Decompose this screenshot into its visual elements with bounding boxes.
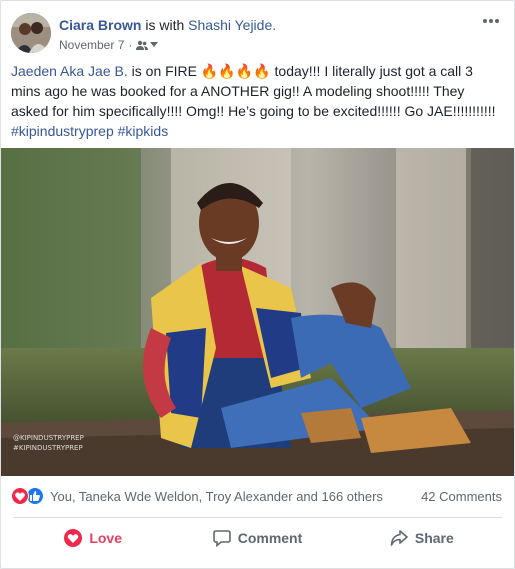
hashtag-link[interactable]: #kipindustryprep xyxy=(11,123,114,139)
author-name-link[interactable]: Ciara Brown xyxy=(59,17,141,33)
comment-label: Comment xyxy=(237,530,303,546)
reaction-icons[interactable] xyxy=(11,487,47,505)
hashtag-link[interactable]: #kipkids xyxy=(118,123,169,139)
share-icon xyxy=(390,530,408,546)
post-header: Ciara Brown is with Shashi Yejide. Novem… xyxy=(11,13,504,55)
photo-watermark-line: @KIPINDUSTRYPREP xyxy=(13,434,84,442)
photo-watermark-line: #KIPINDUSTRYPREP xyxy=(13,444,83,452)
love-label: Love xyxy=(89,530,122,546)
post-card: Ciara Brown is with Shashi Yejide. Novem… xyxy=(0,0,515,569)
post-text-part: is on FIRE xyxy=(127,63,201,79)
chevron-down-icon xyxy=(150,42,159,47)
tagged-user-link[interactable]: Shashi Yejide. xyxy=(188,17,276,33)
love-button[interactable]: Love xyxy=(11,521,175,555)
share-button[interactable]: Share xyxy=(340,521,504,555)
share-label: Share xyxy=(414,530,454,546)
comment-button[interactable]: Comment xyxy=(175,521,339,555)
love-icon xyxy=(11,487,29,505)
reactions-bar: You, Taneka Wde Weldon, Troy Alexander a… xyxy=(11,486,502,506)
post-author-line: Ciara Brown is with Shashi Yejide. xyxy=(59,17,276,33)
post-date-link[interactable]: November 7 xyxy=(59,38,124,52)
mention-link[interactable]: Jaeden Aka Jae B. xyxy=(11,63,128,79)
post-actions: Love Comment Share xyxy=(11,521,504,555)
with-text: is with xyxy=(145,17,185,33)
audience-selector[interactable] xyxy=(136,40,159,50)
meta-separator: · xyxy=(128,38,133,52)
divider xyxy=(13,517,502,518)
comments-count-link[interactable]: 42 Comments xyxy=(421,489,502,504)
friends-icon xyxy=(136,40,149,50)
post-meta: November 7 · xyxy=(59,38,159,52)
reaction-names-link[interactable]: You, Taneka Wde Weldon, Troy Alexander a… xyxy=(50,489,383,504)
avatar[interactable] xyxy=(11,13,51,53)
post-photo[interactable]: @KIPINDUSTRYPREP #KIPINDUSTRYPREP xyxy=(1,148,514,476)
fire-emoji: 🔥🔥🔥🔥 xyxy=(200,63,271,79)
love-icon xyxy=(64,529,83,547)
comment-icon xyxy=(212,530,231,547)
more-options-button[interactable] xyxy=(480,13,502,29)
post-text: Jaeden Aka Jae B. is on FIRE 🔥🔥🔥🔥 today!… xyxy=(11,61,503,141)
